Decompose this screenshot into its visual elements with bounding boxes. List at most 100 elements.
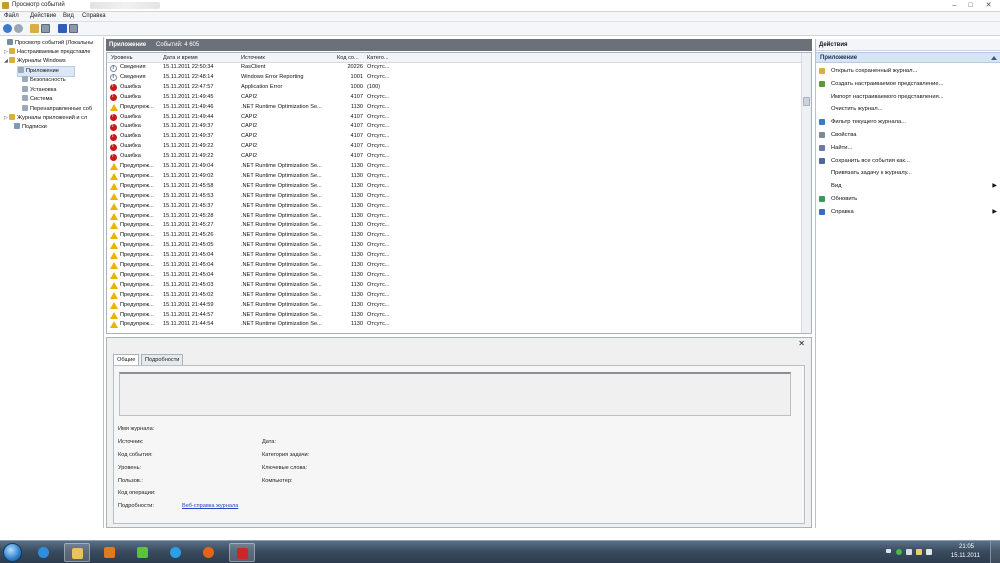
- taskbar-button[interactable]: [31, 543, 57, 562]
- tree-item-system[interactable]: Система: [22, 95, 53, 104]
- action-item[interactable]: Импорт настраиваемого представления...: [816, 91, 1000, 103]
- help-icon[interactable]: [58, 24, 67, 33]
- start-button[interactable]: [3, 543, 22, 562]
- minimize-button[interactable]: –: [948, 1, 961, 10]
- table-row[interactable]: Предупреж... 15.11.2011 21:49:04 .NET Runt…: [107, 162, 801, 172]
- table-row[interactable]: Предупреж... 15.11.2011 21:45:04 .NET Runt…: [107, 251, 801, 261]
- taskbar-button[interactable]: [64, 543, 90, 562]
- network-icon[interactable]: [896, 549, 902, 555]
- column-header-source[interactable]: Источник: [241, 55, 265, 61]
- show-hide-action-pane-icon[interactable]: [69, 24, 78, 33]
- table-row[interactable]: Предупреж... 15.11.2011 21:45:28 .NET Runt…: [107, 212, 801, 222]
- tree-item-event-viewer[interactable]: Просмотр событий (Локальны: [2, 39, 93, 48]
- taskbar-button[interactable]: [163, 543, 189, 562]
- action-item[interactable]: Фильтр текущего журнала...: [816, 116, 1000, 128]
- online-help-link[interactable]: Веб-справка журнала: [182, 503, 238, 509]
- table-row[interactable]: Предупреж... 15.11.2011 21:45:04 .NET Runt…: [107, 271, 801, 281]
- table-row[interactable]: Предупреж... 15.11.2011 21:45:26 .NET Runt…: [107, 231, 801, 241]
- actions-section-application[interactable]: Приложение: [816, 52, 1000, 63]
- collapse-triangle-icon[interactable]: [991, 56, 997, 60]
- flag-icon[interactable]: [916, 549, 922, 555]
- table-row[interactable]: Предупреж... 15.11.2011 21:44:54 .NET Runt…: [107, 320, 801, 330]
- action-item[interactable]: Найти...: [816, 142, 1000, 154]
- table-row[interactable]: Ошибка 15.11.2011 21:49:37 CAPI2 4107 Отсутс…: [107, 132, 801, 142]
- action-label: Очистить журнал...: [831, 106, 883, 113]
- tab-details[interactable]: Подробности: [141, 354, 184, 365]
- menu-action[interactable]: Действие: [30, 13, 56, 19]
- table-row[interactable]: Предупреж... 15.11.2011 21:45:53 .NET Runt…: [107, 192, 801, 202]
- taskbar-button[interactable]: [97, 543, 123, 562]
- action-item[interactable]: Очистить журнал...: [816, 103, 1000, 115]
- tree-item-app-services-logs[interactable]: ▷ Журналы приложений и сл: [4, 114, 87, 123]
- tree-item-setup[interactable]: Установка: [22, 86, 56, 95]
- table-row[interactable]: Предупреж... 15.11.2011 21:45:02 .NET Runt…: [107, 291, 801, 301]
- vertical-scrollbar[interactable]: [801, 53, 811, 333]
- table-row[interactable]: Ошибка 15.11.2011 21:49:44 CAPI2 4107 Отсутс…: [107, 112, 801, 123]
- cell-code: 1130: [350, 321, 363, 328]
- forward-arrow-icon[interactable]: [14, 24, 23, 33]
- menu-view[interactable]: Вид: [63, 13, 74, 19]
- column-header-level[interactable]: Уровень: [111, 55, 133, 61]
- tree-item-windows-logs[interactable]: ◢ Журналы Windows: [4, 57, 66, 66]
- action-item[interactable]: Создать настраиваемое представление...: [816, 78, 1000, 90]
- warning-icon: [110, 103, 118, 111]
- column-header-event-id[interactable]: Код со...: [337, 55, 359, 61]
- table-row[interactable]: Сведения 15.11.2011 22:48:14 Windows Error…: [107, 73, 801, 83]
- window-title: Просмотр событий: [12, 2, 65, 8]
- table-row[interactable]: Ошибка 15.11.2011 22:47:57 Application Err…: [107, 82, 801, 93]
- cell-cat: Отсутс...: [367, 113, 390, 120]
- close-button[interactable]: ✕: [982, 1, 995, 10]
- tree-item-application[interactable]: Приложение: [17, 66, 75, 77]
- maximize-button[interactable]: □: [964, 1, 977, 10]
- table-row[interactable]: Сведения 15.11.2011 22:50:34 RasClient 2022…: [107, 63, 801, 73]
- clock-date[interactable]: 15.11.2011: [951, 553, 980, 559]
- volume-icon[interactable]: [926, 549, 932, 555]
- table-row[interactable]: Ошибка 15.11.2011 21:49:22 CAPI2 4107 Отсутс…: [107, 142, 801, 152]
- taskbar-button[interactable]: [229, 543, 255, 562]
- menu-file[interactable]: Файл: [4, 13, 19, 19]
- table-row[interactable]: Предупреж... 15.11.2011 21:45:58 .NET Runt…: [107, 182, 801, 192]
- folder-up-icon[interactable]: [30, 24, 39, 33]
- show-hidden-icons-icon[interactable]: [886, 549, 891, 553]
- cell-cat: Отсутс...: [367, 281, 390, 288]
- action-item[interactable]: Обновить: [816, 193, 1000, 205]
- action-item[interactable]: Вид ▶: [816, 180, 1000, 192]
- show-desktop-button[interactable]: [990, 541, 1000, 563]
- tree-item-subscriptions[interactable]: Подписки: [14, 123, 47, 132]
- table-row[interactable]: Ошибка 15.11.2011 21:49:22 CAPI2 4107 Отсутс…: [107, 152, 801, 162]
- taskbar-button[interactable]: [196, 543, 222, 562]
- close-icon[interactable]: ✕: [798, 339, 805, 348]
- action-label: Привязать задачу к журналу...: [831, 170, 912, 177]
- action-item[interactable]: Привязать задачу к журналу...: [816, 167, 1000, 179]
- table-row[interactable]: Предупреж... 15.11.2011 21:44:59 .NET Runt…: [107, 301, 801, 311]
- cell-source: CAPI2: [241, 123, 258, 130]
- back-arrow-icon[interactable]: [3, 24, 12, 33]
- notification-icon[interactable]: [906, 549, 912, 555]
- column-header-category[interactable]: Катего...: [367, 55, 389, 61]
- table-row[interactable]: Предупреж... 15.11.2011 21:45:05 .NET Runt…: [107, 241, 801, 251]
- table-row[interactable]: Предупреж... 15.11.2011 21:49:02 .NET Runt…: [107, 172, 801, 182]
- table-row[interactable]: Ошибка 15.11.2011 21:49:45 CAPI2 4107 Отсутс…: [107, 92, 801, 103]
- table-row[interactable]: Ошибка 15.11.2011 21:49:37 CAPI2 4107 Отсутс…: [107, 122, 801, 132]
- column-header-date[interactable]: Дата и время: [163, 55, 198, 61]
- scrollbar-thumb[interactable]: [803, 97, 810, 106]
- table-row[interactable]: Предупреж... 15.11.2011 21:45:04 .NET Runt…: [107, 261, 801, 271]
- cell-code: 1130: [350, 172, 363, 179]
- table-row[interactable]: Предупреж... 15.11.2011 21:44:57 .NET Runt…: [107, 311, 801, 321]
- tree-item-forwarded-events[interactable]: Перенаправленные соб: [22, 105, 92, 114]
- table-row[interactable]: Предупреж... 15.11.2011 21:45:27 .NET Runt…: [107, 221, 801, 231]
- action-item[interactable]: Открыть сохраненный журнал...: [816, 65, 1000, 77]
- table-row[interactable]: Предупреж... 15.11.2011 21:45:37 .NET Runt…: [107, 202, 801, 212]
- show-hide-tree-icon[interactable]: [41, 24, 50, 33]
- table-row[interactable]: Предупреж... 15.11.2011 21:49:46 .NET Runt…: [107, 103, 801, 113]
- taskbar-button[interactable]: [130, 543, 156, 562]
- action-item[interactable]: Сохранить все события как...: [816, 155, 1000, 167]
- tree-item-custom-views[interactable]: ▷ Настраиваемые представле: [4, 48, 91, 57]
- menu-help[interactable]: Справка: [82, 13, 106, 19]
- action-item[interactable]: Справка ▶: [816, 206, 1000, 218]
- field-event-id: Код события:: [118, 452, 153, 458]
- table-row[interactable]: Предупреж... 15.11.2011 21:45:03 .NET Runt…: [107, 281, 801, 291]
- action-item[interactable]: Свойства: [816, 129, 1000, 141]
- tree-item-security[interactable]: Безопасность: [22, 76, 66, 85]
- clock-time[interactable]: 21:05: [959, 544, 974, 550]
